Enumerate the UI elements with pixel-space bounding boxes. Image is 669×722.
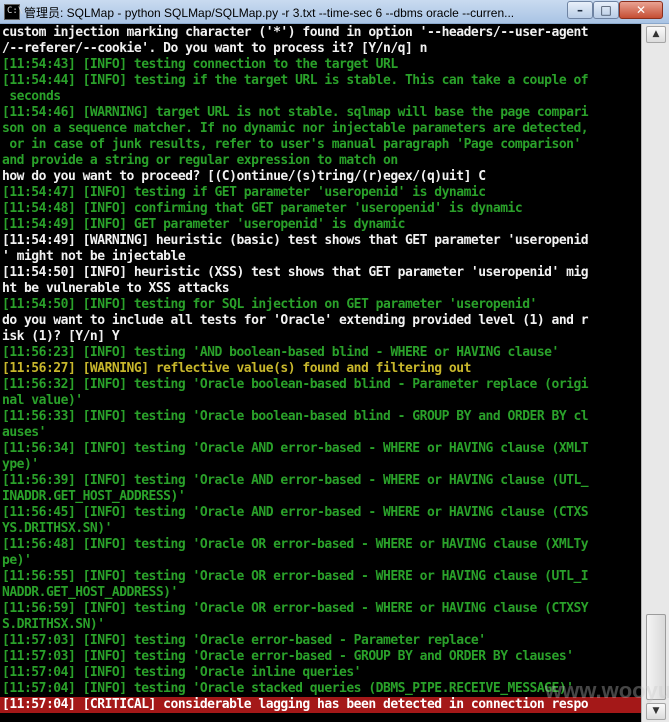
console-line: [11:54:48] [INFO] confirming that GET pa… bbox=[2, 201, 523, 216]
title-bar[interactable]: C:\ 管理员: SQLMap - python SQLMap/SQLMap.p… bbox=[0, 0, 669, 24]
console-line: ype)' bbox=[2, 457, 39, 472]
console-line: and provide a string or regular expressi… bbox=[2, 153, 398, 168]
console-line: custom injection marking character ('*')… bbox=[2, 25, 589, 40]
console-line: /--referer/--cookie'. Do you want to pro… bbox=[2, 41, 427, 56]
console-line: do you want to include all tests for 'Or… bbox=[2, 313, 589, 328]
watermark: www.wooyun.org bbox=[545, 678, 669, 703]
console-line: [11:56:33] [INFO] testing 'Oracle boolea… bbox=[2, 409, 589, 424]
console-line: NADDR.GET_HOST_ADDRESS)' bbox=[2, 585, 178, 600]
cmd-console-icon[interactable]: C:\ bbox=[4, 4, 23, 20]
console-line: seconds bbox=[2, 89, 61, 104]
console-line: [11:56:23] [INFO] testing 'AND boolean-b… bbox=[2, 345, 559, 360]
window-title: 管理员: SQLMap - python SQLMap/SQLMap.py -r… bbox=[24, 6, 515, 20]
console-line: [11:57:04] [INFO] testing 'Oracle stacke… bbox=[2, 681, 574, 696]
console-line: or in case of junk results, refer to use… bbox=[2, 137, 581, 152]
console-line: [11:56:48] [INFO] testing 'Oracle OR err… bbox=[2, 537, 589, 552]
console-line: [11:56:27] [WARNING] reflective value(s)… bbox=[2, 361, 471, 376]
console-line: [11:54:49] [WARNING] heuristic (basic) t… bbox=[2, 233, 589, 248]
console-line: [11:56:55] [INFO] testing 'Oracle OR err… bbox=[2, 569, 589, 584]
console-line: [11:56:32] [INFO] testing 'Oracle boolea… bbox=[2, 377, 589, 392]
console-line: [11:54:49] [INFO] GET parameter 'userope… bbox=[2, 217, 405, 232]
console-line: [11:56:39] [INFO] testing 'Oracle AND er… bbox=[2, 473, 589, 488]
console-line: [11:57:03] [INFO] testing 'Oracle error-… bbox=[2, 633, 486, 648]
console-line: [11:57:04] [INFO] testing 'Oracle inline… bbox=[2, 665, 362, 680]
console-line: [11:54:44] [INFO] testing if the target … bbox=[2, 73, 589, 88]
console-line: auses' bbox=[2, 425, 46, 440]
console-line: ht be vulnerable to XSS attacks bbox=[2, 281, 230, 296]
console-line: [11:56:59] [INFO] testing 'Oracle OR err… bbox=[2, 601, 589, 616]
close-button[interactable]: ✕ bbox=[619, 1, 663, 19]
console-line: pe)' bbox=[2, 553, 32, 568]
minimize-button[interactable]: – bbox=[567, 1, 593, 19]
console-window: C:\ 管理员: SQLMap - python SQLMap/SQLMap.p… bbox=[0, 0, 669, 722]
console-line: S.DRITHSX.SN)' bbox=[2, 617, 105, 632]
console-line: [11:57:03] [INFO] testing 'Oracle error-… bbox=[2, 649, 574, 664]
scroll-up-button[interactable]: ▲ bbox=[646, 26, 666, 43]
console-line: [11:54:50] [INFO] testing for SQL inject… bbox=[2, 297, 537, 312]
console-output[interactable]: custom injection marking character ('*')… bbox=[0, 24, 641, 722]
console-line: YS.DRITHSX.SN)' bbox=[2, 521, 112, 536]
console-line: [11:56:45] [INFO] testing 'Oracle AND er… bbox=[2, 505, 589, 520]
console-line: how do you want to proceed? [(C)ontinue/… bbox=[2, 169, 486, 184]
console-line: [11:54:47] [INFO] testing if GET paramet… bbox=[2, 185, 486, 200]
console-line: isk (1)? [Y/n] Y bbox=[2, 329, 120, 344]
vertical-scrollbar[interactable]: ▲ ▼ bbox=[641, 24, 669, 722]
console-line: nal value)' bbox=[2, 393, 83, 408]
console-line: [11:54:50] [INFO] heuristic (XSS) test s… bbox=[2, 265, 589, 280]
console-line: [11:56:34] [INFO] testing 'Oracle AND er… bbox=[2, 441, 589, 456]
console-line: INADDR.GET_HOST_ADDRESS)' bbox=[2, 489, 186, 504]
console-line: [11:54:43] [INFO] testing connection to … bbox=[2, 57, 398, 72]
console-line: [11:54:46] [WARNING] target URL is not s… bbox=[2, 105, 589, 120]
scroll-down-button[interactable]: ▼ bbox=[646, 703, 666, 720]
maximize-button[interactable]: □ bbox=[593, 1, 619, 19]
console-line: son on a sequence matcher. If no dynamic… bbox=[2, 121, 589, 136]
console-line: ' might not be injectable bbox=[2, 249, 186, 264]
